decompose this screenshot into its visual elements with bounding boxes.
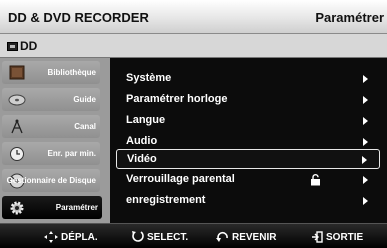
exit-icon (312, 231, 323, 243)
sidebar-item-gestionnaire[interactable]: Gestionnaire de Disque (2, 169, 100, 192)
hint-exit-label: SORTIE (326, 231, 364, 243)
arrow-right-icon (363, 197, 368, 205)
lock-icon (311, 174, 320, 186)
footer-hints: DÉPLA. SELECT. REVENIR SORTIE (0, 223, 387, 248)
title-bar: DD & DVD RECORDER Paramétrer (0, 0, 387, 34)
menu-item-label: Système (126, 72, 172, 84)
sidebar-item-label: Canal (74, 122, 96, 131)
hint-move-label: DÉPLA. (61, 231, 98, 243)
menu-item-label: Verrouillage parental (126, 173, 235, 185)
timer-icon (10, 147, 24, 161)
arrow-right-icon (362, 156, 367, 164)
sidebar: Bibliothèque Guide Canal Enr. par min. G… (0, 58, 110, 223)
menu-item-label: enregistrement (126, 194, 206, 206)
disc-icon (8, 94, 26, 106)
source-bar: DD (0, 34, 387, 58)
section-title: Paramétrer (315, 10, 384, 25)
hint-select: SELECT. (131, 231, 188, 243)
settings-menu: Système Paramétrer horloge Langue Audio … (110, 58, 387, 223)
sidebar-item-canal[interactable]: Canal (2, 115, 100, 138)
enter-icon (132, 231, 144, 242)
app-title: DD & DVD RECORDER (8, 10, 149, 25)
dpad-icon (44, 231, 58, 243)
arrow-right-icon (363, 138, 368, 146)
hint-exit: SORTIE (312, 231, 363, 243)
arrow-right-icon (363, 176, 368, 184)
sidebar-item-label: Guide (73, 95, 96, 104)
menu-item-horloge[interactable]: Paramétrer horloge (116, 90, 380, 110)
arrow-right-icon (363, 75, 368, 83)
return-icon (216, 231, 228, 242)
sidebar-item-label: Paramétrer (55, 203, 98, 212)
menu-item-label: Langue (126, 114, 166, 126)
sidebar-item-enr-par-min[interactable]: Enr. par min. (2, 142, 100, 165)
antenna-icon (11, 119, 23, 134)
menu-item-label: Paramétrer horloge (126, 93, 228, 105)
hard-drive-icon (7, 42, 18, 51)
sidebar-item-parametrer[interactable]: Paramétrer (2, 196, 102, 219)
sidebar-item-label: Bibliothèque (47, 68, 96, 77)
menu-item-systeme[interactable]: Système (116, 69, 380, 89)
sidebar-item-label: Gestionnaire de Disque (6, 176, 96, 185)
arrow-right-icon (363, 96, 368, 104)
menu-item-label: Vidéo (127, 153, 157, 165)
menu-item-verrouillage[interactable]: Verrouillage parental (116, 170, 380, 190)
hint-select-label: SELECT. (147, 231, 189, 243)
hint-back-label: REVENIR (232, 231, 277, 243)
menu-item-label: Audio (126, 135, 158, 147)
arrow-right-icon (363, 117, 368, 125)
hint-move: DÉPLA. (44, 231, 98, 243)
menu-item-langue[interactable]: Langue (116, 111, 380, 131)
sidebar-item-guide[interactable]: Guide (2, 88, 100, 111)
menu-item-enregistrement[interactable]: enregistrement (116, 191, 380, 211)
source-label: DD (20, 39, 38, 53)
settings-gear-icon (10, 201, 24, 215)
sidebar-item-label: Enr. par min. (47, 149, 96, 158)
menu-item-video[interactable]: Vidéo (116, 149, 380, 169)
library-icon (9, 65, 25, 80)
hint-back: REVENIR (216, 231, 276, 243)
sidebar-item-bibliotheque[interactable]: Bibliothèque (2, 61, 100, 84)
